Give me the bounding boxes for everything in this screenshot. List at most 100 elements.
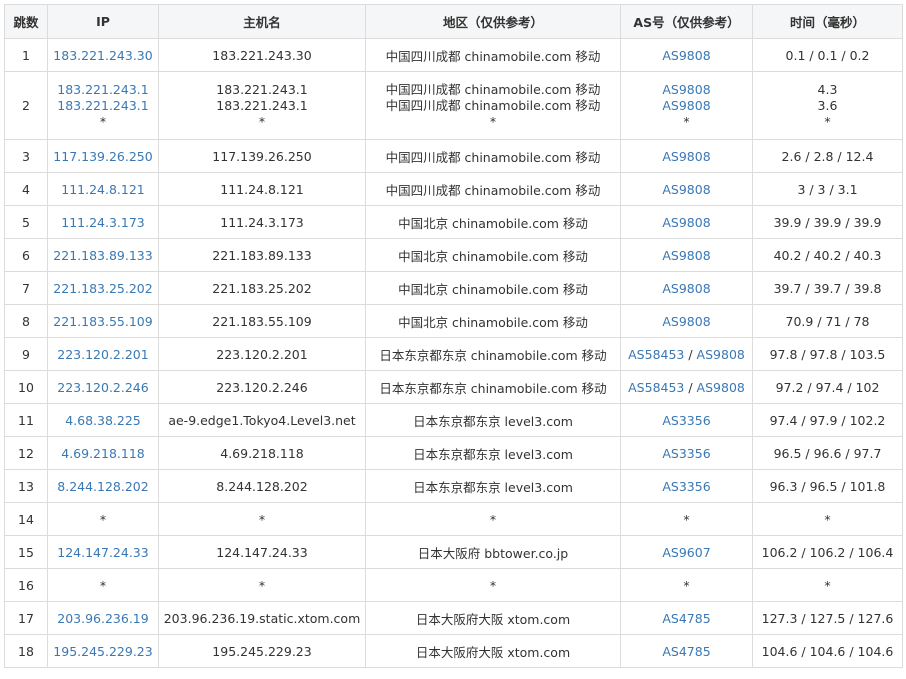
asn-link[interactable]: AS58453 <box>628 380 684 395</box>
asn-link[interactable]: AS9808 <box>662 149 710 164</box>
time-text: * <box>824 511 831 527</box>
region-cell: * <box>365 502 621 536</box>
asn-link[interactable]: AS3356 <box>662 413 710 428</box>
ip-link[interactable]: 4.69.218.118 <box>61 446 145 461</box>
ip-link[interactable]: 223.120.2.201 <box>57 347 148 362</box>
ip-link[interactable]: 4.68.38.225 <box>65 413 141 428</box>
hostname-cell-line: 221.183.25.202 <box>161 281 363 296</box>
hostname-text: 4.69.218.118 <box>220 445 304 461</box>
asn-link[interactable]: AS9808 <box>662 248 710 263</box>
ip-link[interactable]: 223.120.2.246 <box>57 380 148 395</box>
ip-link[interactable]: 124.147.24.33 <box>57 545 148 560</box>
ip-cell: 117.139.26.250 <box>47 139 159 173</box>
asn-link[interactable]: AS9808 <box>697 347 745 362</box>
asn-link[interactable]: AS3356 <box>662 479 710 494</box>
asn-link[interactable]: AS9808 <box>662 182 710 197</box>
time-cell-line: 39.9 / 39.9 / 39.9 <box>755 215 900 230</box>
region-text: * <box>489 113 497 129</box>
column-header-hop: 跳数 <box>4 4 48 39</box>
ip-cell-line: 221.183.55.109 <box>50 314 156 329</box>
hostname-text: * <box>258 113 266 129</box>
hostname-cell: 8.244.128.202 <box>158 469 366 503</box>
hostname-text: 183.221.243.1 <box>216 97 308 113</box>
time-cell-line: 4.3 <box>755 82 900 98</box>
hostname-cell: 183.221.243.1 183.221.243.1 * <box>158 71 366 140</box>
hostname-text: 117.139.26.250 <box>212 148 312 164</box>
asn-cell-line: AS9808 <box>623 248 750 263</box>
ip-cell-line: 111.24.3.173 <box>50 215 156 230</box>
region-text: 日本大阪府大阪 xtom.com <box>415 611 571 627</box>
region-text: 日本东京都东京 level3.com <box>413 479 573 495</box>
time-cell-line: 97.2 / 97.4 / 102 <box>755 380 900 395</box>
ip-link[interactable]: 195.245.229.23 <box>53 644 152 659</box>
asn-link[interactable]: AS9607 <box>662 545 710 560</box>
table-row: 13 8.244.128.202 8.244.128.202 日本东京都东京 leve… <box>4 469 903 503</box>
time-cell: 0.1 / 0.1 / 0.2 <box>752 38 903 72</box>
table-row: 6 221.183.89.133 221.183.89.133 中国北京 chinam… <box>4 238 903 272</box>
time-cell: 39.7 / 39.7 / 39.8 <box>752 271 903 305</box>
hostname-cell: 111.24.8.121 <box>158 172 366 206</box>
region-text: 日本东京都东京 level3.com <box>413 413 573 429</box>
region-text: * <box>489 511 497 527</box>
ip-link[interactable]: 183.221.243.1 <box>57 82 148 97</box>
time-text: 70.9 / 71 / 78 <box>785 313 870 329</box>
ip-cell-line: 221.183.25.202 <box>50 281 156 296</box>
ip-link[interactable]: 111.24.3.173 <box>61 215 145 230</box>
ip-cell-line: * <box>50 114 156 130</box>
table-row: 4 111.24.8.121 111.24.8.121 中国四川成都 chinamob… <box>4 172 903 206</box>
time-cell: 70.9 / 71 / 78 <box>752 304 903 338</box>
time-cell: 39.9 / 39.9 / 39.9 <box>752 205 903 239</box>
time-text: 0.1 / 0.1 / 0.2 <box>785 47 870 63</box>
asn-link[interactable]: AS9808 <box>662 281 710 296</box>
time-text: 3 / 3 / 3.1 <box>797 181 858 197</box>
ip-cell-line: 8.244.128.202 <box>50 479 156 494</box>
asn-link[interactable]: AS9808 <box>662 98 710 113</box>
asn-cell: AS9808 <box>620 139 753 173</box>
ip-link[interactable]: 117.139.26.250 <box>53 149 152 164</box>
time-text: 97.2 / 97.4 / 102 <box>775 379 880 395</box>
asn-cell-line: AS9808 <box>623 215 750 230</box>
table-row: 15 124.147.24.33 124.147.24.33 日本大阪府 bbtowe… <box>4 535 903 569</box>
hostname-cell: 221.183.25.202 <box>158 271 366 305</box>
asn-cell: AS9808 <box>620 38 753 72</box>
asn-link[interactable]: AS4785 <box>662 611 710 626</box>
region-cell-line: 中国北京 chinamobile.com 移动 <box>368 246 618 265</box>
ip-link[interactable]: 203.96.236.19 <box>57 611 148 626</box>
asn-link[interactable]: AS9808 <box>662 314 710 329</box>
asn-cell-line: AS3356 <box>623 413 750 428</box>
hop-cell: 5 <box>4 205 48 239</box>
region-cell-line: 中国四川成都 chinamobile.com 移动 <box>368 98 618 114</box>
time-cell: 2.6 / 2.8 / 12.4 <box>752 139 903 173</box>
column-header-time: 时间（毫秒） <box>752 4 903 39</box>
ip-link[interactable]: 183.221.243.1 <box>57 98 148 113</box>
ip-link[interactable]: 111.24.8.121 <box>61 182 145 197</box>
asn-link[interactable]: AS4785 <box>662 644 710 659</box>
ip-link[interactable]: 221.183.55.109 <box>53 314 152 329</box>
asn-link[interactable]: AS9808 <box>697 380 745 395</box>
asn-cell-line: AS9808 <box>623 314 750 329</box>
hostname-text: 223.120.2.246 <box>216 379 308 395</box>
ip-cell: 223.120.2.201 <box>47 337 159 371</box>
ip-link[interactable]: 8.244.128.202 <box>57 479 148 494</box>
asn-separator: / <box>684 379 697 395</box>
hostname-text: 183.221.243.30 <box>212 47 312 63</box>
asn-link[interactable]: AS3356 <box>662 446 710 461</box>
ip-cell: 223.120.2.246 <box>47 370 159 404</box>
hop-cell: 1 <box>4 38 48 72</box>
hop-cell: 14 <box>4 502 48 536</box>
asn-link[interactable]: AS9808 <box>662 215 710 230</box>
ip-link[interactable]: 221.183.25.202 <box>53 281 152 296</box>
time-cell: 97.8 / 97.8 / 103.5 <box>752 337 903 371</box>
ip-link: * <box>99 511 107 527</box>
ip-cell-line: 221.183.89.133 <box>50 248 156 263</box>
asn-separator: / <box>684 346 697 362</box>
header-row: 跳数 IP 主机名 地区（仅供参考） AS号（仅供参考） 时间（毫秒） <box>4 4 903 39</box>
region-cell-line: 中国四川成都 chinamobile.com 移动 <box>368 82 618 98</box>
asn-link[interactable]: AS58453 <box>628 347 684 362</box>
ip-cell: 8.244.128.202 <box>47 469 159 503</box>
asn-link[interactable]: AS9808 <box>662 82 710 97</box>
ip-link[interactable]: 221.183.89.133 <box>53 248 152 263</box>
ip-link[interactable]: 183.221.243.30 <box>53 48 152 63</box>
asn-link[interactable]: AS9808 <box>662 48 710 63</box>
hostname-cell-line: 223.120.2.201 <box>161 347 363 362</box>
